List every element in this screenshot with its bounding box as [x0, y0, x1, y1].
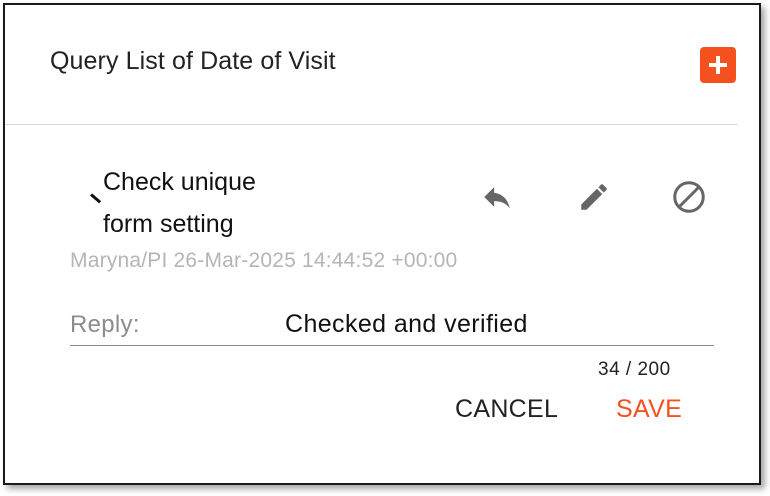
circle-slash-icon — [673, 181, 705, 213]
char-counter: 34 / 200 — [598, 359, 671, 380]
pencil-icon — [581, 184, 607, 210]
close-query-button[interactable] — [669, 177, 709, 217]
reply-icon — [484, 187, 510, 209]
dialog-title: Query List of Date of Visit — [50, 47, 336, 75]
reply-label: Reply: — [70, 311, 140, 338]
add-query-button[interactable] — [700, 47, 736, 83]
reply-field: Reply: — [70, 305, 714, 346]
query-text: Check unique form setting — [103, 168, 256, 238]
cancel-button[interactable]: CANCEL — [455, 395, 558, 424]
header-divider — [5, 124, 738, 125]
save-button[interactable]: SAVE — [616, 395, 682, 424]
query-dialog: Query List of Date of Visit Check unique… — [3, 3, 761, 485]
reply-button[interactable] — [477, 177, 517, 217]
reply-input[interactable] — [285, 305, 705, 343]
query-meta: Maryna/PI 26-Mar-2025 14:44:52 +00:00 — [70, 249, 458, 272]
text-cursor-mark — [90, 193, 102, 204]
edit-button[interactable] — [574, 177, 614, 217]
